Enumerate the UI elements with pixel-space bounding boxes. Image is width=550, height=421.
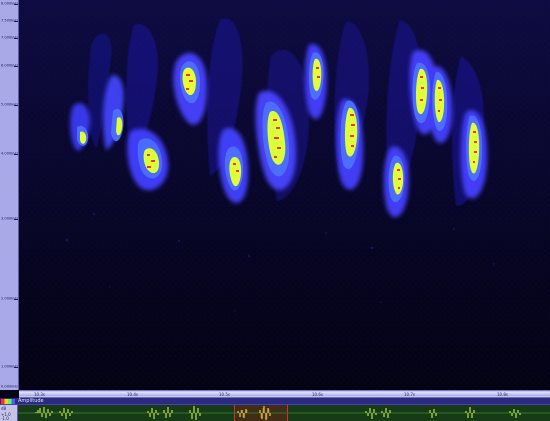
frequency-label: 0.000kHz — [1, 384, 18, 389]
frequency-tick — [14, 154, 18, 155]
frequency-tick — [14, 21, 18, 22]
spectrogram-view[interactable] — [19, 0, 550, 390]
waveform-amplitude-axis: dB +1.0 -1.0 — [0, 405, 18, 421]
amplitude-min-label: -1.0 — [1, 416, 9, 421]
time-label: 10.5s — [219, 392, 230, 397]
frequency-tick — [14, 105, 18, 106]
track-name: Amplitude — [18, 398, 44, 404]
spectrogram-plot[interactable] — [19, 0, 550, 390]
frequency-tick — [14, 367, 18, 368]
frequency-axis: 8.000kHz 7.500kHz 7.000kHz 6.000kHz 5.00… — [0, 0, 19, 390]
amplitude-mode-label: dB — [1, 406, 7, 411]
time-label: 10.7s — [404, 392, 415, 397]
track-color-swatch — [1, 399, 15, 404]
frequency-tick — [14, 219, 18, 220]
spectrogram-app: 8.000kHz 7.500kHz 7.000kHz 6.000kHz 5.00… — [0, 0, 550, 421]
frequency-tick — [14, 66, 18, 67]
waveform-panel[interactable]: Amplitude dB +1.0 -1.0 — [0, 398, 550, 421]
horizontal-scroll-thumb[interactable] — [19, 392, 550, 396]
waveform-header: Amplitude — [0, 398, 550, 405]
frequency-tick — [14, 299, 18, 300]
frequency-tick — [14, 38, 18, 39]
waveform-area[interactable] — [18, 405, 550, 421]
time-label: 10.4s — [127, 392, 138, 397]
waveform-plot[interactable] — [18, 405, 550, 421]
time-label: 10.3s — [34, 392, 45, 397]
time-ruler[interactable]: 10.3s 10.4s 10.5s 10.6s 10.7s 10.8s — [19, 390, 550, 398]
time-label: 10.8s — [497, 392, 508, 397]
time-label: 10.6s — [312, 392, 323, 397]
frequency-tick — [14, 4, 18, 5]
